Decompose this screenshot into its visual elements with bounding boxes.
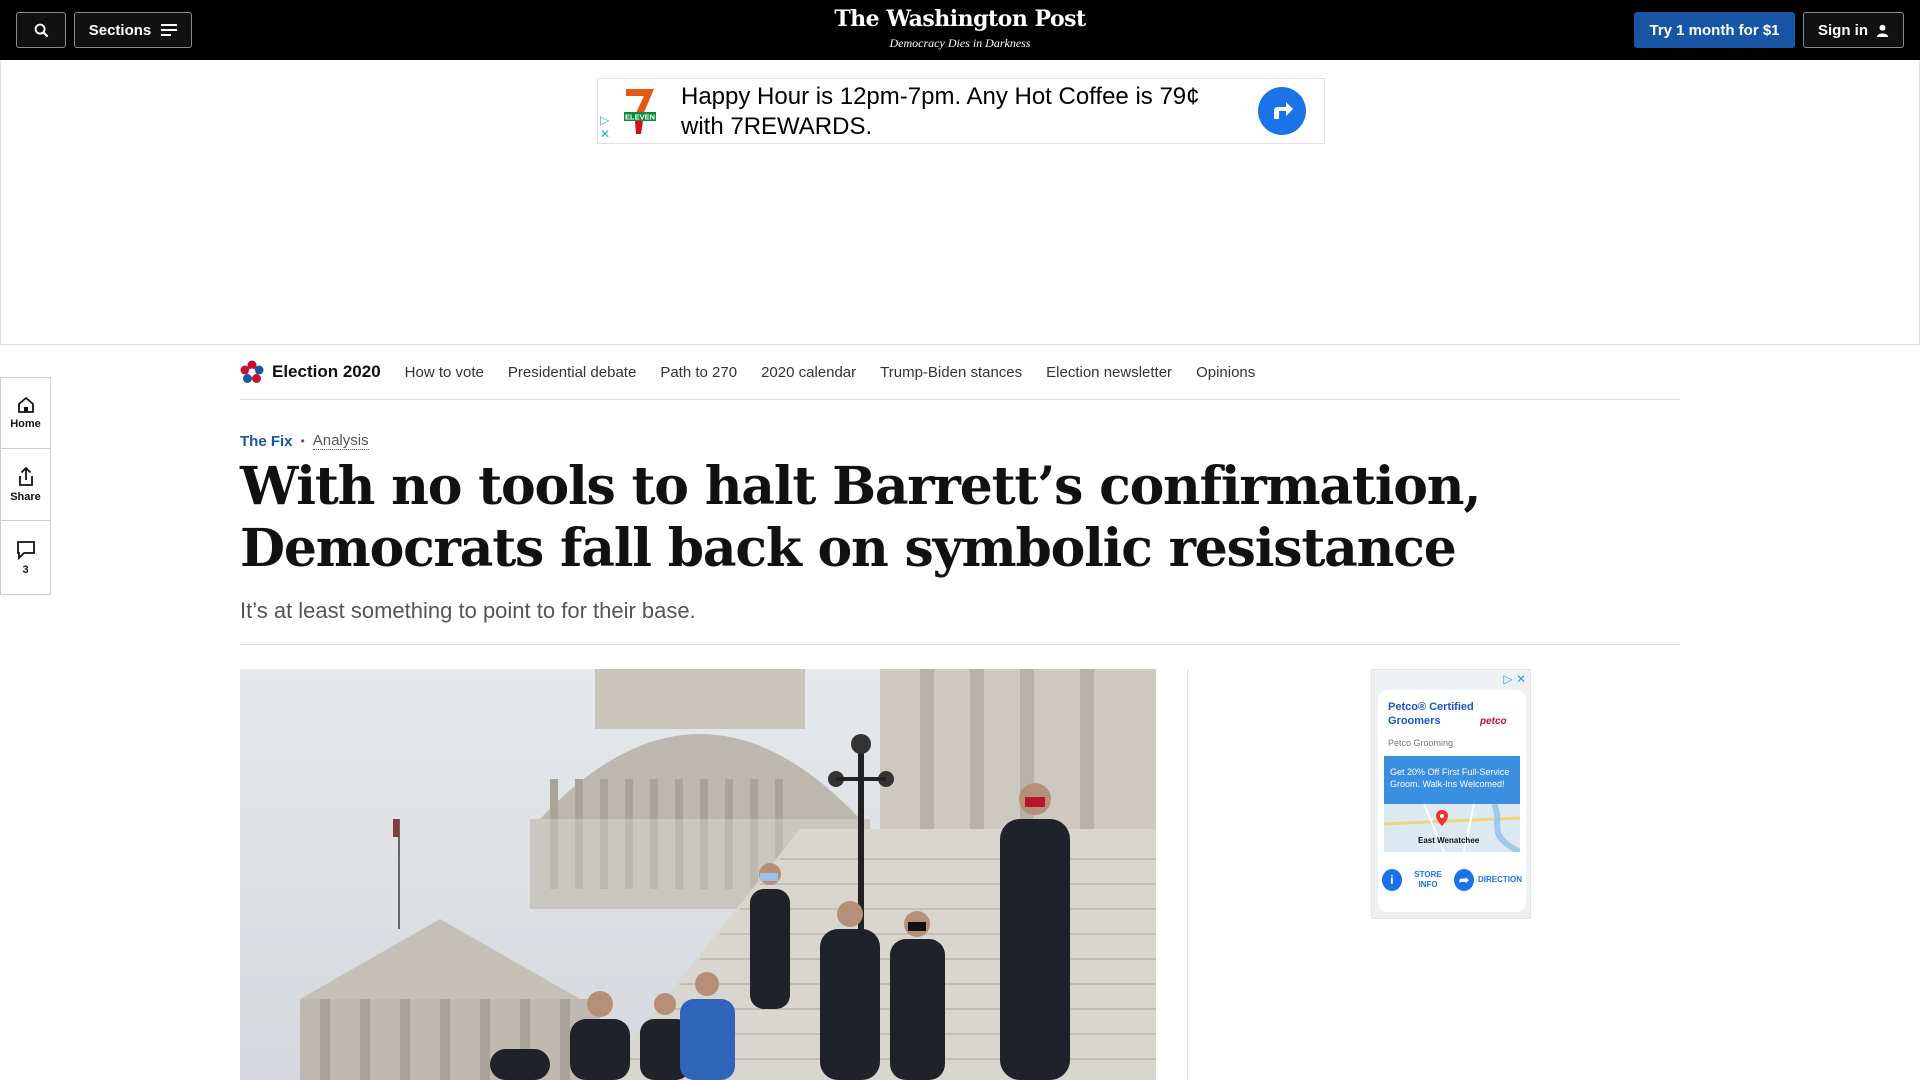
directions-icon[interactable]: ➦ [1454, 869, 1474, 891]
masthead[interactable]: The Washington Post Democracy Dies in Da… [760, 6, 1160, 51]
side-ad-petco[interactable]: ▷ ✕ Petco® Certified Groomers petco Petc… [1371, 669, 1531, 919]
store-info-link[interactable]: STORE INFO [1406, 870, 1450, 890]
lead-photo-capitol-senators[interactable] [240, 669, 1156, 1080]
share-rail-button[interactable]: Share [0, 449, 51, 521]
masthead-tagline: Democracy Dies in Darkness [889, 36, 1031, 50]
petco-logo: petco [1480, 716, 1507, 727]
sign-in-label: Sign in [1818, 21, 1868, 39]
nav-link-trump-biden-stances[interactable]: Trump-Biden stances [880, 364, 1022, 381]
search-button[interactable] [16, 12, 66, 48]
washington-post-logo[interactable]: The Washington Post [760, 6, 1160, 32]
article-headline: With no tools to halt Barrett’s confirma… [240, 456, 1481, 579]
ad-choices-icon[interactable]: ▷ ✕ [1503, 672, 1526, 686]
info-icon[interactable]: i [1382, 869, 1402, 891]
hamburger-icon [161, 24, 178, 36]
petco-ad-subtitle: Petco Grooming [1388, 738, 1454, 748]
map-location-label: East Wenatchee [1418, 836, 1480, 845]
article-dek: It’s at least something to point to for … [240, 598, 696, 623]
election-2020-brand[interactable]: Election 2020 [240, 360, 381, 384]
column-divider [1187, 669, 1188, 1080]
ad-banner-text: Happy Hour is 12pm-7pm. Any Hot Coffee i… [681, 82, 1201, 142]
svg-text:ELEVEN: ELEVEN [625, 113, 655, 122]
analysis-label[interactable]: Analysis [312, 432, 369, 450]
map-pin-icon [1436, 810, 1448, 826]
ad-line-2: with 7REWARDS. [681, 113, 873, 140]
share-label: Share [10, 490, 41, 503]
nav-link-election-newsletter[interactable]: Election newsletter [1046, 364, 1172, 381]
directions-link[interactable]: DIRECTION [1478, 875, 1522, 885]
search-icon [34, 23, 48, 37]
subscribe-button[interactable]: Try 1 month for $1 [1634, 12, 1795, 48]
article-kicker: The Fix • Analysis [240, 432, 369, 450]
home-icon [17, 396, 34, 413]
nav-link-path-to-270[interactable]: Path to 270 [660, 364, 737, 381]
comments-count: 3 [22, 563, 29, 576]
nav-link-opinions[interactable]: Opinions [1196, 364, 1255, 381]
share-icon [18, 466, 33, 486]
top-ad-region: ▷ ✕ ELEVEN Happy Hour is 12pm-7pm. Any Ho… [0, 60, 1920, 345]
nav-link-how-to-vote[interactable]: How to vote [405, 364, 484, 381]
petco-ad-card[interactable]: Petco® Certified Groomers petco Petco Gr… [1378, 690, 1526, 912]
user-icon [1876, 24, 1889, 37]
nav-link-presidential-debate[interactable]: Presidential debate [508, 364, 636, 381]
comments-rail-button[interactable]: 3 [0, 521, 51, 595]
sign-in-button[interactable]: Sign in [1803, 12, 1904, 48]
ad-choices-icon[interactable]: ▷ ✕ [600, 113, 610, 141]
home-rail-button[interactable]: Home [0, 377, 51, 449]
ad-banner-7eleven[interactable]: ▷ ✕ ELEVEN Happy Hour is 12pm-7pm. Any Ho… [597, 78, 1325, 144]
sections-menu-button[interactable]: Sections [74, 12, 192, 48]
section-label-the-fix[interactable]: The Fix [240, 433, 293, 450]
petco-ad-title: Petco® Certified Groomers [1388, 701, 1474, 727]
top-navigation-bar: Sections The Washington Post Democracy D… [0, 0, 1920, 60]
kicker-separator: • [300, 434, 305, 448]
headline-divider [240, 644, 1680, 645]
sections-label: Sections [88, 21, 152, 39]
election-2020-label: Election 2020 [272, 362, 381, 381]
home-label: Home [10, 418, 41, 430]
petco-promo-text: Get 20% Off First Full-Service Groom. Wa… [1384, 756, 1520, 804]
nav-link-2020-calendar[interactable]: 2020 calendar [761, 364, 856, 381]
seven-eleven-logo: ELEVEN [622, 87, 658, 135]
comment-icon [16, 540, 35, 560]
election-2020-nav: Election 2020 How to vote Presidential d… [240, 345, 1680, 400]
petco-store-map[interactable]: East Wenatchee [1384, 804, 1520, 852]
ad-line-1: Happy Hour is 12pm-7pm. Any Hot Coffee i… [681, 83, 1200, 110]
petco-ad-actions: i STORE INFO ➦ DIRECTION [1382, 860, 1522, 900]
election-star-icon [240, 360, 264, 383]
directions-arrow-icon[interactable] [1258, 87, 1306, 135]
